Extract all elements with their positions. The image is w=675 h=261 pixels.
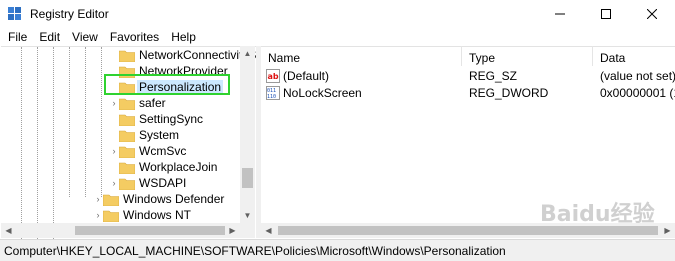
tree-node-label: WcmSvc bbox=[139, 144, 187, 158]
tree-guide-line bbox=[37, 47, 38, 239]
expander-icon[interactable]: › bbox=[109, 175, 119, 191]
column-header-type[interactable]: Type bbox=[469, 50, 495, 66]
folder-icon bbox=[119, 178, 135, 190]
folder-icon bbox=[103, 194, 119, 206]
maximize-icon bbox=[601, 9, 611, 19]
scroll-thumb[interactable] bbox=[242, 168, 253, 188]
expander-icon[interactable] bbox=[109, 111, 119, 127]
folder-icon bbox=[103, 210, 119, 222]
minimize-icon bbox=[555, 13, 565, 15]
value-data: 0x00000001 (1) bbox=[600, 86, 675, 100]
scroll-thumb[interactable] bbox=[75, 226, 225, 235]
tree-node-label: NetworkConnectivityS bbox=[139, 48, 256, 62]
window-title: Registry Editor bbox=[30, 7, 109, 21]
menu-help[interactable]: Help bbox=[165, 28, 202, 46]
folder-icon bbox=[119, 50, 135, 62]
folder-icon bbox=[119, 162, 135, 174]
tree-horizontal-scrollbar[interactable]: ◀ ▶ bbox=[1, 223, 240, 238]
highlight-box bbox=[104, 74, 230, 95]
folder-icon bbox=[119, 98, 135, 110]
tree-guide-line bbox=[85, 47, 86, 197]
registry-editor-window: Registry Editor File Edit View Favorites… bbox=[0, 0, 675, 261]
tree-node-safer[interactable]: › safer bbox=[109, 95, 168, 111]
tree-node-windows-defender[interactable]: › Windows Defender bbox=[93, 191, 226, 207]
expander-icon[interactable]: › bbox=[109, 143, 119, 159]
tree-node-label: Windows NT bbox=[123, 208, 192, 222]
tree-guide-line bbox=[69, 47, 70, 197]
maximize-button[interactable] bbox=[583, 0, 629, 28]
tree-node-label: safer bbox=[139, 96, 166, 110]
scroll-down-icon[interactable]: ▼ bbox=[240, 208, 255, 223]
column-header-data[interactable]: Data bbox=[600, 50, 625, 66]
value-data: (value not set) bbox=[600, 69, 675, 83]
tree-node-networkconnectivitystatus[interactable]: NetworkConnectivityS bbox=[109, 47, 256, 63]
menu-bar: File Edit View Favorites Help bbox=[0, 28, 675, 46]
tree-node-label: WorkplaceJoin bbox=[139, 160, 218, 174]
menu-view[interactable]: View bbox=[66, 28, 104, 46]
title-bar[interactable]: Registry Editor bbox=[0, 0, 675, 28]
value-name: NoLockScreen bbox=[283, 86, 362, 100]
baidu-watermark: Baidu经验 bbox=[540, 202, 655, 227]
column-header-name[interactable]: Name bbox=[268, 50, 300, 66]
menu-favorites[interactable]: Favorites bbox=[104, 28, 165, 46]
value-type: REG_DWORD bbox=[469, 86, 549, 100]
key-path[interactable]: Computer\HKEY_LOCAL_MACHINE\SOFTWARE\Pol… bbox=[4, 244, 506, 258]
minimize-button[interactable] bbox=[537, 0, 583, 28]
scroll-left-icon[interactable]: ◀ bbox=[261, 223, 276, 238]
folder-icon bbox=[119, 114, 135, 126]
tree-node-windows-nt[interactable]: › Windows NT bbox=[93, 207, 193, 223]
expander-icon[interactable]: › bbox=[93, 191, 103, 207]
close-button[interactable] bbox=[629, 0, 675, 28]
tree-node-wsdapi[interactable]: › WSDAPI bbox=[109, 175, 188, 191]
column-separator[interactable] bbox=[592, 46, 593, 66]
registry-editor-app-icon bbox=[8, 7, 21, 20]
expander-icon[interactable] bbox=[109, 127, 119, 143]
column-separator[interactable] bbox=[461, 46, 462, 66]
expander-icon[interactable]: › bbox=[109, 95, 119, 111]
tree-node-settingsync[interactable]: SettingSync bbox=[109, 111, 205, 127]
tree-node-system[interactable]: System bbox=[109, 127, 181, 143]
svg-text:ab: ab bbox=[268, 72, 279, 81]
expander-icon[interactable] bbox=[109, 47, 119, 63]
value-type: REG_SZ bbox=[469, 69, 518, 83]
scroll-up-icon[interactable]: ▲ bbox=[240, 46, 255, 61]
tree-node-wcmsvc[interactable]: › WcmSvc bbox=[109, 143, 188, 159]
expander-icon[interactable] bbox=[109, 159, 119, 175]
expander-icon[interactable]: › bbox=[93, 207, 103, 223]
scroll-corner bbox=[240, 223, 255, 238]
tree-guide-line bbox=[21, 47, 22, 239]
menu-file[interactable]: File bbox=[2, 28, 33, 46]
scroll-right-icon[interactable]: ▶ bbox=[660, 223, 675, 238]
tree-guide-line bbox=[53, 47, 54, 239]
close-icon bbox=[647, 9, 657, 19]
scroll-right-icon[interactable]: ▶ bbox=[225, 223, 240, 238]
scroll-left-icon[interactable]: ◀ bbox=[1, 223, 16, 238]
folder-icon bbox=[119, 146, 135, 158]
binary-value-icon: 011 110 bbox=[266, 85, 280, 100]
tree-node-label: WSDAPI bbox=[139, 176, 187, 190]
menu-edit[interactable]: Edit bbox=[33, 28, 66, 46]
value-name: (Default) bbox=[283, 69, 330, 83]
tree-node-label: System bbox=[139, 128, 180, 142]
tree-vertical-scrollbar[interactable]: ▲ ▼ bbox=[240, 46, 255, 223]
folder-icon bbox=[119, 130, 135, 142]
tree-node-label: SettingSync bbox=[139, 112, 204, 126]
tree-node-label: Windows Defender bbox=[123, 192, 225, 206]
string-value-icon: ab bbox=[266, 68, 280, 83]
status-bar: Computer\HKEY_LOCAL_MACHINE\SOFTWARE\Pol… bbox=[0, 239, 675, 261]
tree-node-workplacejoin[interactable]: WorkplaceJoin bbox=[109, 159, 219, 175]
svg-text:110: 110 bbox=[267, 94, 276, 100]
tree-guide-line bbox=[101, 47, 102, 197]
